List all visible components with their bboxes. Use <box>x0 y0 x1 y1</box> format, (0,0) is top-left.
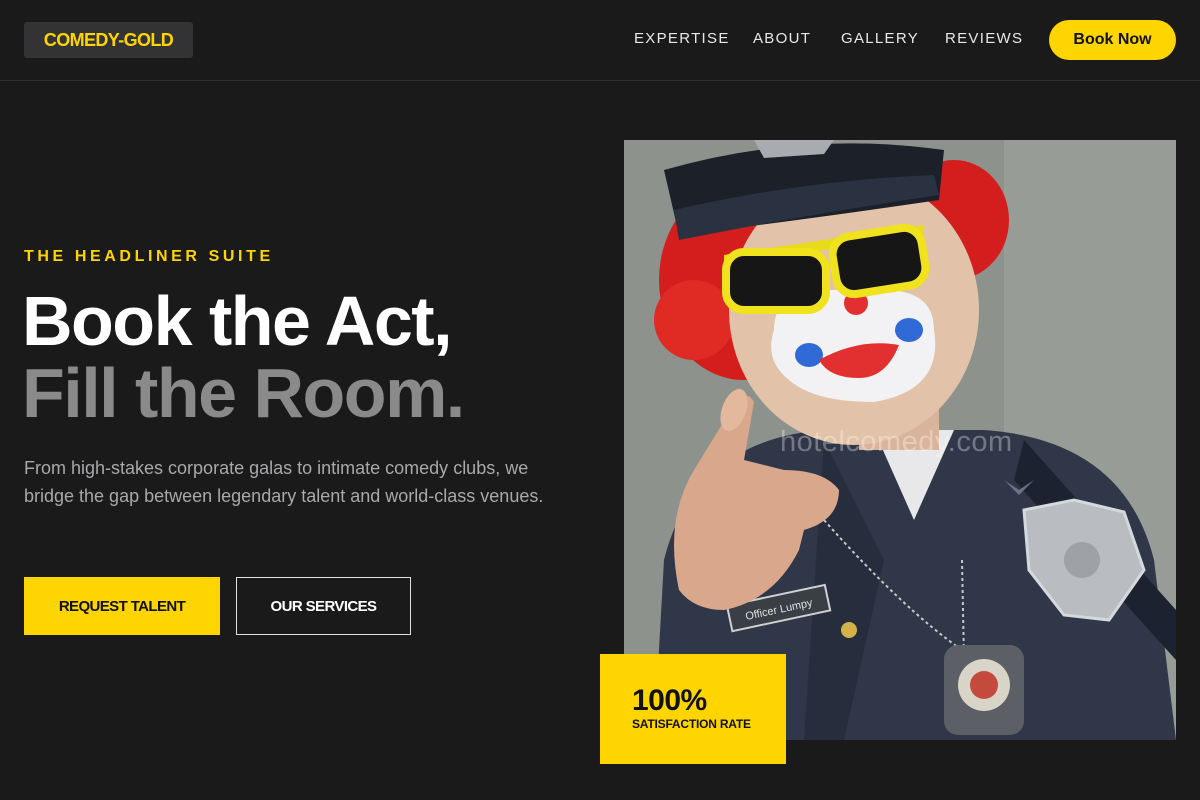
photo-watermark: hotelcomedy.com <box>780 426 1013 458</box>
stat-value: 100% <box>632 684 707 717</box>
satisfaction-stat-card: 100% SATISFACTION RATE <box>600 654 786 764</box>
nav-item-about[interactable]: ABOUT <box>753 30 811 47</box>
hero-eyebrow: THE HEADLINER SUITE <box>24 248 274 265</box>
hero-description: From high-stakes corporate galas to inti… <box>24 458 544 506</box>
request-talent-button[interactable]: REQUEST TALENT <box>24 577 220 635</box>
our-services-button[interactable]: OUR SERVICES <box>236 577 411 635</box>
hero-photo: Officer Lumpy hotelcomedy.com <box>624 140 1176 740</box>
hero-title-line1: Book the Act, <box>22 282 453 360</box>
nav-item-gallery[interactable]: GALLERY <box>841 30 919 47</box>
site-header: COMEDY-GOLD EXPERTISE ABOUT GALLERY REVI… <box>0 0 1200 81</box>
nav-item-reviews[interactable]: REVIEWS <box>945 30 1023 47</box>
book-now-button[interactable]: Book Now <box>1049 20 1176 60</box>
brand-logo[interactable]: COMEDY-GOLD <box>24 22 193 58</box>
nav-item-expertise[interactable]: EXPERTISE <box>634 30 730 47</box>
hero-title-line2: Fill the Room. <box>22 354 465 432</box>
stat-label: SATISFACTION RATE <box>632 717 751 731</box>
